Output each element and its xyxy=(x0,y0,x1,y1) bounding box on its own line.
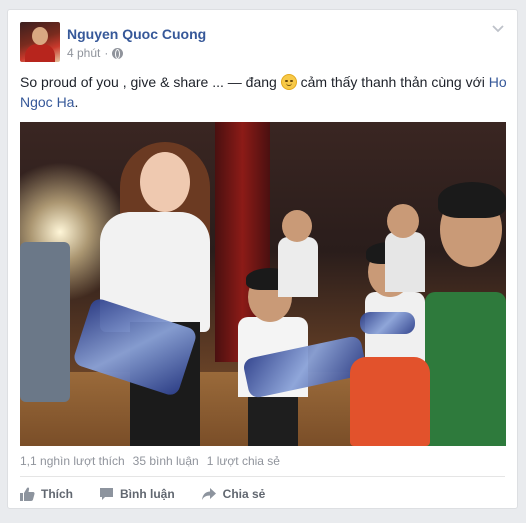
orange-bag xyxy=(350,357,430,446)
avatar[interactable] xyxy=(20,22,60,62)
post-card: Nguyen Quoc Cuong 4 phút · So proud of y… xyxy=(7,9,518,509)
meta-separator: · xyxy=(104,46,109,60)
author-name[interactable]: Nguyen Quoc Cuong xyxy=(67,26,206,42)
post-text-main: So proud of you , give & share ... — đan… xyxy=(20,74,281,90)
post-time[interactable]: 4 phút xyxy=(67,46,100,60)
child-back-girl-shirt xyxy=(385,232,425,292)
globe-icon[interactable] xyxy=(112,47,124,59)
woman-face xyxy=(140,152,190,212)
child-right-shirt xyxy=(425,292,506,446)
child-center-pants xyxy=(248,397,298,446)
likes-count[interactable]: 1,1 nghìn lượt thích xyxy=(20,454,125,468)
post-actions: Thích Bình luận Chia sẻ xyxy=(20,484,291,504)
like-label: Thích xyxy=(41,487,73,501)
avatar-shirt xyxy=(25,44,55,62)
divider xyxy=(20,476,505,477)
like-button[interactable]: Thích xyxy=(20,487,73,501)
post-meta: 4 phút · xyxy=(67,46,124,60)
share-button[interactable]: Chia sẻ xyxy=(201,487,266,501)
shares-count[interactable]: 1 lượt chia sẻ xyxy=(207,454,280,468)
child-back-head xyxy=(282,210,312,242)
comment-button[interactable]: Bình luận xyxy=(99,487,175,501)
post-text: So proud of you , give & share ... — đan… xyxy=(20,72,507,112)
comments-count[interactable]: 35 bình luận xyxy=(133,454,199,468)
child-back-girl-head xyxy=(387,204,419,238)
post-text-feeling: cảm thấy thanh thản cùng với xyxy=(296,74,489,90)
relieved-face-icon xyxy=(280,74,297,90)
post-stats: 1,1 nghìn lượt thích 35 bình luận 1 lượt… xyxy=(20,454,280,468)
gift-bag-right xyxy=(360,312,415,334)
share-label: Chia sẻ xyxy=(222,487,266,501)
thumbs-up-icon xyxy=(20,487,35,501)
adult-left-arm xyxy=(20,242,70,402)
chevron-down-icon[interactable] xyxy=(491,22,505,36)
post-text-end: . xyxy=(74,94,79,110)
avatar-face xyxy=(32,27,48,45)
share-arrow-icon xyxy=(201,488,216,500)
comment-label: Bình luận xyxy=(120,487,175,501)
post-photo[interactable] xyxy=(20,122,506,446)
child-right-hair xyxy=(438,182,506,218)
child-back-shirt xyxy=(278,237,318,297)
speech-bubble-icon xyxy=(100,488,113,500)
